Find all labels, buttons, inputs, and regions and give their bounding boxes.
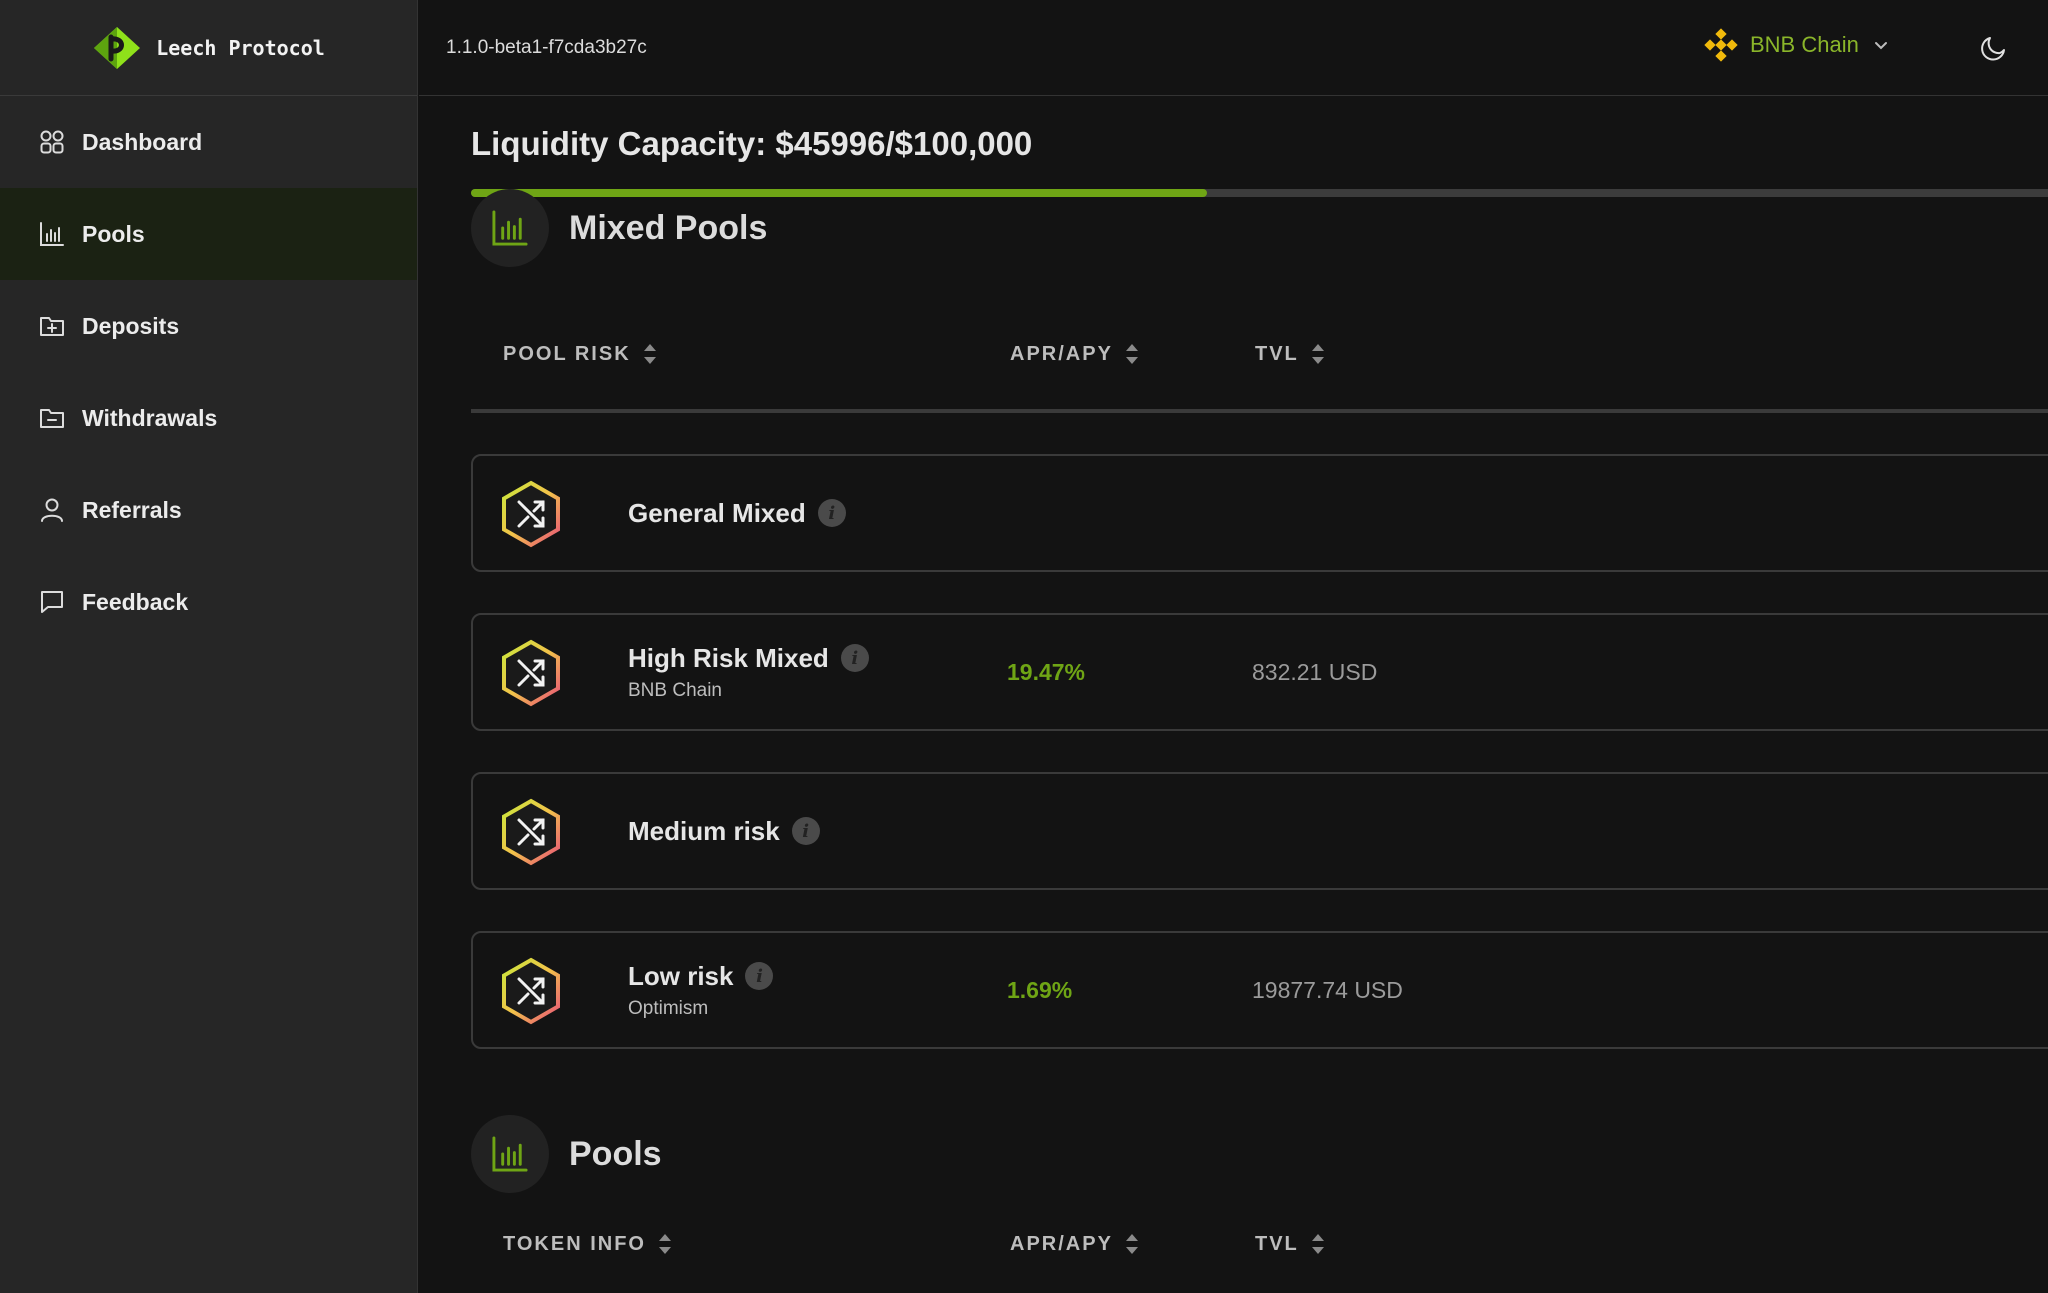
section-icon [471,189,549,267]
pool-name: Low risk [628,960,734,991]
bar-chart-icon [38,220,66,248]
pool-name: Medium risk [628,815,780,846]
sidebar-item-label: Feedback [82,588,189,615]
sidebar-item-withdrawals[interactable]: Withdrawals [0,372,417,464]
sidebar-item-pools[interactable]: Pools [0,188,417,280]
sidebar: Leech Protocol Dashboard Pools Deposits [0,0,418,1293]
sort-icon [1311,344,1324,364]
bnb-chain-icon [1704,28,1738,62]
column-label: TOKEN INFO [503,1232,646,1255]
brand-name: Leech Protocol [156,35,325,60]
sort-icon [643,344,656,364]
message-icon [38,588,66,616]
pool-chain: Optimism [628,997,709,1019]
sort-apr-apy[interactable]: APR/APY [1010,1232,1139,1256]
sort-pool-risk[interactable]: POOL RISK [503,342,657,366]
sidebar-item-label: Referrals [82,496,182,523]
folder-minus-icon [38,404,66,432]
pool-name-block: General Mixed i [628,456,846,570]
sort-icon [1125,1234,1138,1254]
mixed-pools-header: Mixed Pools [471,189,767,267]
pool-apr: 1.69% [1007,976,1073,1003]
folder-plus-icon [38,312,66,340]
info-icon[interactable]: i [817,499,846,527]
column-label: TVL [1255,342,1299,365]
grid-icon [38,128,66,156]
sidebar-item-deposits[interactable]: Deposits [0,280,417,372]
shuffle-icon [502,480,560,548]
sort-tvl[interactable]: TVL [1255,1232,1325,1256]
app-root: Leech Protocol Dashboard Pools Deposits [0,0,2048,1293]
sort-icon [658,1234,671,1254]
pools-column-headers: TOKEN INFO APR/APY TVL [471,1232,2048,1272]
brand[interactable]: Leech Protocol [0,0,417,96]
sort-tvl[interactable]: TVL [1255,342,1325,366]
section-title: Mixed Pools [569,208,768,247]
user-icon [38,496,66,524]
shuffle-icon [502,798,560,866]
moon-icon [1981,37,2005,61]
sidebar-item-label: Dashboard [82,128,203,155]
section-icon [471,1115,549,1193]
sidebar-item-feedback[interactable]: Feedback [0,556,417,648]
pool-name-block: High Risk Mixed i BNB Chain [628,615,869,729]
info-icon[interactable]: i [745,962,774,990]
pool-name-block: Low risk i Optimism [628,933,774,1047]
pool-row-general-mixed[interactable]: General Mixed i [471,454,2048,572]
column-label: APR/APY [1010,342,1113,365]
chain-selector[interactable]: BNB Chain [1704,28,1891,62]
sort-icon [1125,344,1138,364]
pool-tvl: 832.21 USD [1252,658,1378,685]
sidebar-item-label: Deposits [82,312,180,339]
sidebar-nav: Dashboard Pools Deposits Withdrawals Ref… [0,96,417,648]
table-divider [471,409,2048,413]
sidebar-item-label: Pools [82,220,145,247]
pool-name-block: Medium risk i [628,774,820,888]
sort-apr-apy[interactable]: APR/APY [1010,342,1139,366]
pool-row-medium-risk[interactable]: Medium risk i [471,772,2048,890]
pool-row-high-risk-mixed[interactable]: High Risk Mixed i BNB Chain 19.47% 832.2… [471,613,2048,731]
info-icon[interactable]: i [840,644,869,672]
sort-icon [1311,1234,1324,1254]
pools-header: Pools [471,1115,662,1193]
bar-chart-icon [492,210,528,246]
bar-chart-icon [492,1136,528,1172]
chain-selector-label: BNB Chain [1750,32,1859,57]
sidebar-item-label: Withdrawals [82,404,218,431]
section-title: Pools [569,1134,662,1173]
shuffle-icon [502,957,560,1025]
pool-chain: BNB Chain [628,679,722,701]
main-content: Liquidity Capacity: $45996/$100,000 Mixe… [419,97,2048,1293]
mixed-pools-column-headers: POOL RISK APR/APY TVL [471,342,2048,382]
info-icon[interactable]: i [791,817,820,845]
pool-name: High Risk Mixed [628,642,829,673]
pool-tvl: 19877.74 USD [1252,976,1403,1003]
shuffle-icon [502,639,560,707]
pool-name: General Mixed [628,497,806,528]
sidebar-item-referrals[interactable]: Referrals [0,464,417,556]
column-label: POOL RISK [503,342,631,365]
sort-token-info[interactable]: TOKEN INFO [503,1232,672,1256]
column-label: TVL [1255,1232,1299,1255]
sidebar-item-dashboard[interactable]: Dashboard [0,96,417,188]
app-version: 1.1.0-beta1-f7cda3b27c [446,36,647,58]
chevron-down-icon [1874,42,1887,50]
pool-row-low-risk[interactable]: Low risk i Optimism 1.69% 19877.74 USD [471,931,2048,1049]
leech-logo-icon [94,26,141,69]
column-label: APR/APY [1010,1232,1113,1255]
pool-apr: 19.47% [1007,658,1086,685]
liquidity-capacity-title: Liquidity Capacity: $45996/$100,000 [471,125,1033,162]
theme-toggle-button[interactable] [1980,34,2008,62]
